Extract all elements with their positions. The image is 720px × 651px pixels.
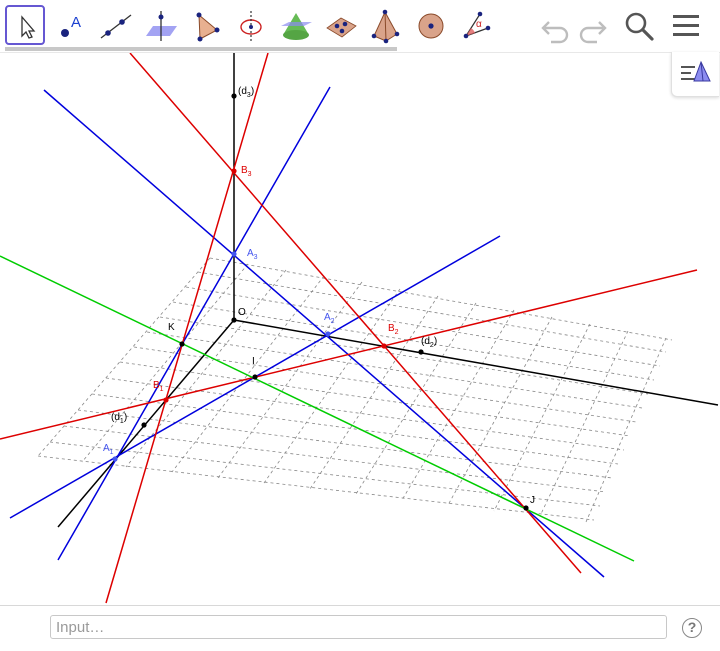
rotate-around-line-tool-button[interactable] — [230, 5, 270, 45]
axes — [57, 53, 719, 528]
point-on-d3 — [231, 93, 237, 99]
label-d2: (d2) — [421, 336, 437, 349]
point-tool-label: A — [71, 14, 81, 31]
label-A3: A3 — [247, 248, 258, 261]
line-through-two-points-icon — [100, 14, 132, 39]
label-A2: A2 — [324, 312, 335, 325]
angle-tool-button[interactable]: α — [455, 5, 495, 45]
label-d1: (d1) — [111, 412, 127, 425]
cone-tool-button[interactable] — [275, 5, 315, 45]
red-line-2 — [105, 52, 269, 604]
point-J — [523, 505, 529, 511]
net-icon — [326, 17, 357, 38]
point-A3 — [231, 251, 237, 257]
sphere-tool-button[interactable] — [410, 5, 450, 45]
algebra-view-toggle-button[interactable] — [671, 52, 719, 97]
search-icon — [625, 12, 654, 41]
point-on-d2 — [418, 349, 424, 355]
point-tool-button[interactable]: A — [49, 5, 89, 45]
angle-icon: α — [463, 11, 491, 39]
point-A2 — [325, 331, 331, 337]
point-labels: (d3) (d2) (d1) O K I J A3 A2 A1 B3 B2 B1 — [103, 86, 535, 506]
net-tool-button[interactable] — [320, 5, 360, 45]
point-K — [179, 341, 185, 347]
red-line-3 — [0, 269, 698, 440]
undo-icon — [541, 21, 569, 44]
help-icon[interactable]: ? — [682, 618, 702, 638]
red-lines — [0, 52, 698, 604]
polygon-icon — [196, 12, 220, 42]
toolbar: A α — [0, 0, 720, 50]
label-A1: A1 — [103, 443, 114, 456]
point-B2 — [381, 343, 387, 349]
graphics-canvas[interactable]: (d3) (d2) (d1) O K I J A3 A2 A1 B3 B2 B1 — [0, 52, 720, 605]
point-I — [252, 374, 258, 380]
label-B3: B3 — [241, 165, 252, 178]
algebra-input[interactable] — [50, 615, 667, 639]
rotate-around-line-icon — [240, 11, 262, 42]
perpendicular-plane-icon — [146, 11, 177, 41]
move-tool-button[interactable] — [5, 5, 45, 45]
label-I: I — [252, 356, 255, 367]
label-J: J — [530, 495, 535, 506]
line-tool-button[interactable] — [95, 5, 135, 45]
menu-button[interactable] — [667, 6, 707, 46]
angle-tool-label: α — [476, 19, 482, 30]
perpendicular-plane-tool-button[interactable] — [140, 5, 180, 45]
point-B1 — [163, 397, 169, 403]
polygon-tool-button[interactable] — [185, 5, 225, 45]
blue-line-1 — [43, 89, 605, 578]
graphics-view-3d[interactable]: (d3) (d2) (d1) O K I J A3 A2 A1 B3 B2 B1 — [0, 52, 720, 605]
pyramid-tool-button[interactable] — [365, 5, 405, 45]
label-K: K — [168, 322, 175, 333]
move-cursor-icon — [21, 15, 36, 39]
sphere-icon — [418, 13, 444, 39]
point-O — [231, 317, 237, 323]
green-line — [0, 255, 635, 562]
point-on-d1 — [141, 422, 147, 428]
input-bar: ? — [0, 605, 720, 651]
blue-line-2 — [57, 86, 331, 561]
cone-icon — [281, 13, 312, 40]
algebra-view-icon — [681, 60, 711, 82]
axis-d2 — [233, 319, 719, 406]
toolbar-scroll-track — [5, 47, 397, 51]
search-button[interactable] — [620, 6, 660, 46]
label-O: O — [238, 307, 246, 318]
point-A1 — [112, 456, 118, 462]
grid-plane — [37, 257, 673, 523]
label-d3: (d3) — [238, 86, 254, 99]
redo-icon — [579, 21, 607, 44]
point-icon: A — [61, 14, 81, 37]
pyramid-icon — [371, 9, 400, 44]
undo-button[interactable] — [535, 6, 575, 46]
redo-button[interactable] — [573, 6, 613, 46]
label-B2: B2 — [388, 323, 399, 336]
point-B3 — [231, 168, 237, 174]
red-line-1 — [129, 52, 582, 574]
menu-icon — [673, 15, 699, 36]
